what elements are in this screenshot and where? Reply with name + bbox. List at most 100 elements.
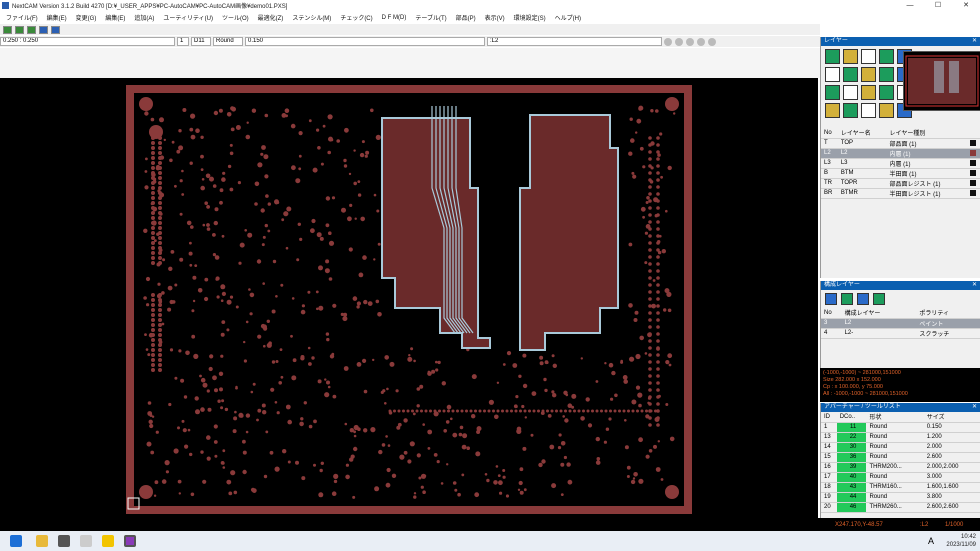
via: [560, 462, 565, 467]
folder-icon[interactable]: [36, 535, 48, 547]
calculator-icon[interactable]: [58, 535, 70, 547]
menu-help[interactable]: ヘルプ(H): [555, 13, 581, 22]
circle-tool-icon[interactable]: [697, 37, 705, 46]
windows-start-icon[interactable]: [10, 535, 22, 547]
coord-input[interactable]: 0.250 : 0.250: [0, 37, 175, 46]
pcb-canvas[interactable]: [0, 78, 818, 518]
layer-tool-icon[interactable]: [825, 103, 840, 118]
menu-modify[interactable]: 変更(G): [76, 13, 97, 22]
pcb-board-view[interactable]: [0, 78, 818, 518]
pin-icon[interactable]: ✕: [972, 37, 977, 46]
maximize-button[interactable]: ☐: [924, 0, 952, 11]
layer-tool-icon[interactable]: [879, 49, 894, 64]
via: [516, 426, 522, 432]
minimize-button[interactable]: —: [896, 0, 924, 11]
circle-tool-icon[interactable]: [686, 37, 694, 46]
via: [222, 171, 226, 175]
aperture-row[interactable]: 18 43 THRM160... 1.600,1.600: [821, 482, 980, 493]
layer-tool-icon[interactable]: [843, 67, 858, 82]
layer-row[interactable]: L3 L3 内層 (1): [821, 158, 980, 169]
menu-add[interactable]: 追加(A): [134, 13, 154, 22]
aperture-row[interactable]: 1 11 Round 0.150: [821, 422, 980, 433]
pin-icon[interactable]: ✕: [972, 281, 977, 290]
layer-tool-icon[interactable]: [879, 103, 894, 118]
toolbar-button-5[interactable]: [51, 25, 60, 34]
layer-color-swatch[interactable]: [969, 169, 976, 176]
layer-color-swatch[interactable]: [969, 189, 976, 196]
layer-tool-icon[interactable]: [861, 67, 876, 82]
layer-row[interactable]: B BTM 半田面 (1): [821, 168, 980, 179]
clock-date[interactable]: 2023/11/09: [946, 541, 976, 549]
via: [462, 433, 468, 439]
layer-tool-icon[interactable]: [825, 67, 840, 82]
menu-tool[interactable]: ツール(O): [222, 13, 249, 22]
layer-tool-icon[interactable]: [879, 85, 894, 100]
via: [661, 249, 666, 254]
compose-tool-icon[interactable]: [825, 293, 837, 305]
layer-tool-icon[interactable]: [825, 85, 840, 100]
layer-row[interactable]: TR TOPR 部品面レジスト (1): [821, 178, 980, 189]
circle-tool-icon[interactable]: [708, 37, 716, 46]
layer-color-swatch[interactable]: [969, 159, 976, 166]
aperture-row[interactable]: 20 46 THRM260... 2.600,2.600: [821, 502, 980, 513]
toolbar-button-1[interactable]: [3, 25, 12, 34]
toolbar-button-2[interactable]: [15, 25, 24, 34]
toolbar-button-4[interactable]: [39, 25, 48, 34]
menu-dfm[interactable]: D F M(D): [382, 15, 407, 21]
aperture-row[interactable]: 16 39 THRM200... 2.000,2.000: [821, 462, 980, 473]
menu-view[interactable]: 表示(V): [485, 13, 505, 22]
circle-tool-icon[interactable]: [664, 37, 672, 46]
layer-tool-icon[interactable]: [825, 49, 840, 64]
menu-edit[interactable]: 編集(E): [105, 13, 125, 22]
aperture-row[interactable]: 19 44 Round 3.800: [821, 492, 980, 503]
aperture-row[interactable]: 17 40 Round 3.000: [821, 472, 980, 483]
via: [254, 181, 260, 187]
menu-info[interactable]: 編集(E): [47, 13, 67, 22]
clock-time[interactable]: 10:42: [946, 533, 976, 541]
menu-file[interactable]: ファイル(F): [6, 13, 38, 22]
aperture-row[interactable]: 13 22 Round 1.200: [821, 432, 980, 443]
layer-tool-icon[interactable]: [861, 85, 876, 100]
via: [318, 305, 324, 311]
menu-check[interactable]: チェック(C): [340, 13, 372, 22]
via: [235, 125, 241, 130]
layer-color-swatch[interactable]: [969, 149, 976, 156]
menu-table[interactable]: テーブル(T): [415, 13, 446, 22]
layer-tool-icon[interactable]: [843, 85, 858, 100]
layer-row[interactable]: T TOP 部品面 (1): [821, 138, 980, 149]
aperture-row[interactable]: 15 36 Round 2.600: [821, 452, 980, 463]
sticky-notes-icon[interactable]: [102, 535, 114, 547]
pin-icon[interactable]: ✕: [972, 403, 977, 412]
layer-tool-icon[interactable]: [843, 103, 858, 118]
compose-row[interactable]: 3 L2 ペイント: [821, 318, 980, 329]
pad: [656, 416, 660, 420]
nextcam-taskbar-icon[interactable]: [124, 535, 136, 547]
compose-tool-icon[interactable]: [857, 293, 869, 305]
layer-tool-icon[interactable]: [861, 49, 876, 64]
compose-tool-icon[interactable]: [873, 293, 885, 305]
menu-utility[interactable]: ユーティリティ(U): [163, 13, 213, 22]
toolbar-button-3[interactable]: [27, 25, 36, 34]
circle-tool-icon[interactable]: [675, 37, 683, 46]
aperture-row[interactable]: 14 30 Round 2.000: [821, 442, 980, 453]
menu-optimize[interactable]: 最適化(Z): [258, 13, 284, 22]
via: [543, 377, 547, 382]
via: [356, 362, 362, 367]
menu-parts[interactable]: 部品(P): [456, 13, 476, 22]
layer-color-swatch[interactable]: [969, 179, 976, 186]
layer-select[interactable]: :L2: [487, 37, 662, 46]
ime-indicator[interactable]: A: [928, 536, 934, 546]
compose-row[interactable]: 4 L2- スクラッチ: [821, 328, 980, 339]
layer-row-selected[interactable]: L2 L2 内層 (1): [821, 148, 980, 159]
layer-color-swatch[interactable]: [969, 139, 976, 146]
layer-row[interactable]: BR BTMR 半田面レジスト (1): [821, 188, 980, 199]
notepad-icon[interactable]: [80, 535, 92, 547]
menu-stencil[interactable]: ステンシル(M): [292, 13, 331, 22]
layer-tool-icon[interactable]: [861, 103, 876, 118]
close-button[interactable]: ✕: [952, 0, 980, 11]
layer-tool-icon[interactable]: [843, 49, 858, 64]
layer-tool-icon[interactable]: [879, 67, 894, 82]
compose-tool-icon[interactable]: [841, 293, 853, 305]
menu-settings[interactable]: 環境設定(S): [514, 13, 546, 22]
minimap[interactable]: [903, 51, 980, 111]
